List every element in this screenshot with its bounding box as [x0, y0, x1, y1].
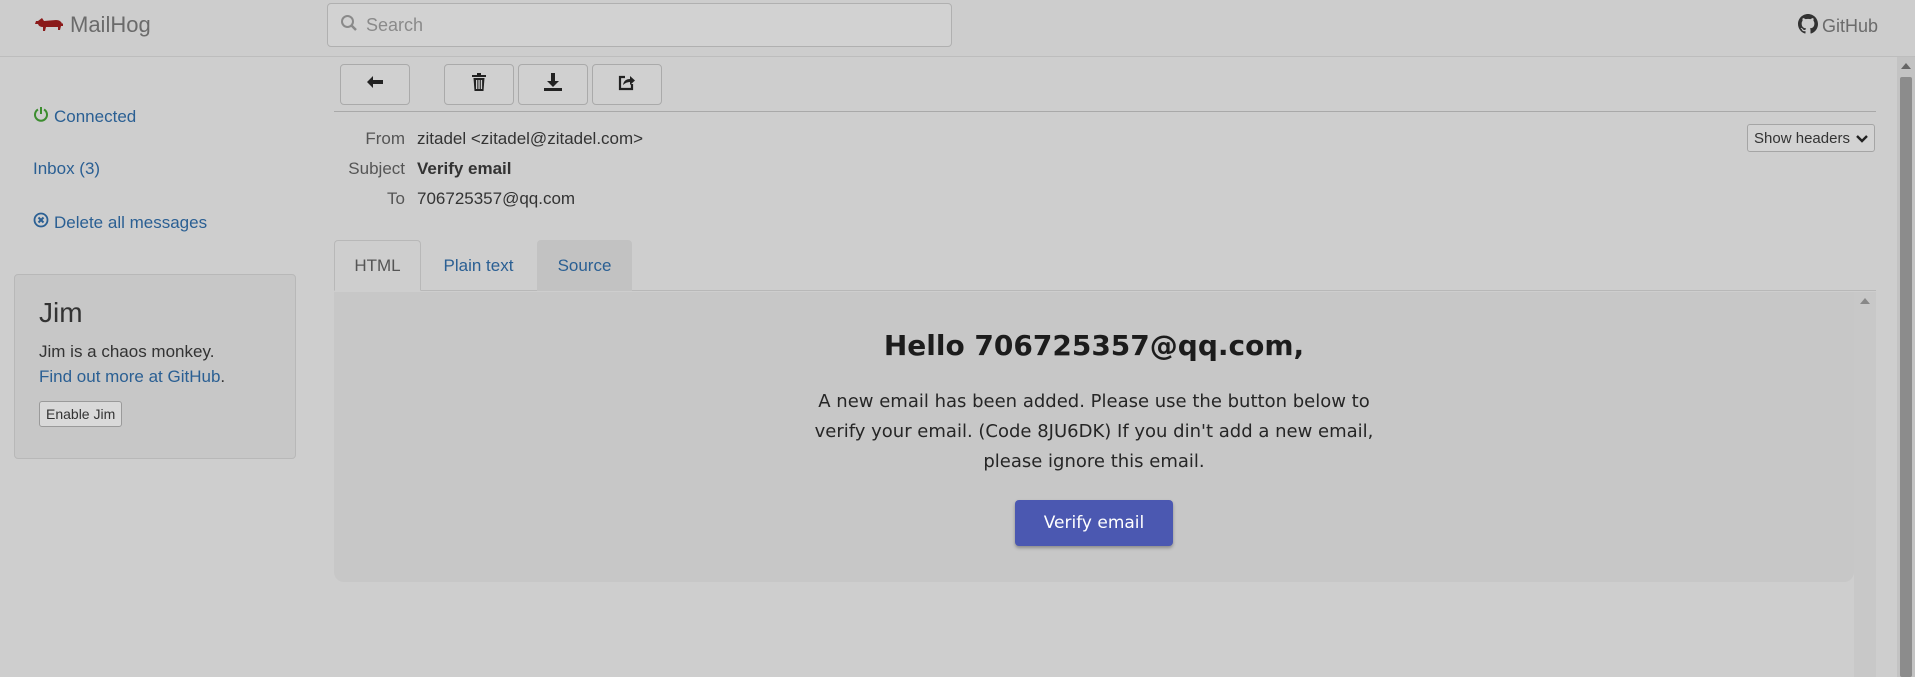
page-scrollbar-thumb[interactable] — [1900, 77, 1912, 677]
jim-panel: Jim Jim is a chaos monkey. Find out more… — [14, 274, 296, 459]
jim-title: Jim — [39, 297, 83, 328]
tab-plain-text[interactable]: Plain text — [426, 240, 531, 291]
chevron-down-icon — [1856, 130, 1868, 147]
brand-link[interactable]: MailHog — [34, 12, 151, 38]
tab-source[interactable]: Source — [537, 240, 632, 291]
enable-jim-button[interactable]: Enable Jim — [39, 401, 123, 427]
email-preview-frame: Hello 706725357@qq.com, A new email has … — [334, 292, 1854, 582]
top-navbar: MailHog GitHub — [0, 0, 1915, 57]
page-scrollbar[interactable] — [1897, 57, 1915, 677]
delete-all-label: Delete all messages — [54, 212, 208, 232]
remove-circle-icon — [33, 212, 49, 233]
jim-description: Jim is a chaos monkey. — [39, 342, 215, 361]
search-box[interactable] — [327, 3, 952, 47]
power-icon — [33, 106, 49, 127]
release-button[interactable] — [592, 64, 662, 105]
github-label: GitHub — [1822, 16, 1879, 36]
connected-status[interactable]: Connected — [33, 106, 136, 127]
preview-scrollbar[interactable] — [1854, 292, 1876, 677]
pig-logo-icon — [34, 15, 64, 35]
share-icon — [618, 73, 636, 96]
subject-value: Verify email — [417, 159, 512, 178]
github-icon — [1798, 14, 1818, 39]
to-value: 706725357@qq.com — [417, 189, 576, 208]
from-value: zitadel <zitadel@zitadel.com> — [417, 129, 644, 148]
inbox-label: Inbox (3) — [33, 159, 101, 178]
email-heading: Hello 706725357@qq.com, — [883, 329, 1305, 362]
email-body-text: A new email has been added. Please use t… — [814, 391, 1374, 472]
scroll-up-arrow-icon[interactable] — [1860, 298, 1870, 304]
toolbar-divider — [334, 111, 1876, 112]
delete-button[interactable] — [444, 64, 514, 105]
jim-link-suffix: . — [220, 367, 226, 386]
from-label: From — [365, 129, 405, 148]
show-headers-label: Show headers — [1754, 129, 1850, 147]
show-headers-button[interactable]: Show headers — [1747, 124, 1875, 152]
delete-all-messages-link[interactable]: Delete all messages — [33, 212, 207, 233]
search-input[interactable] — [366, 14, 926, 36]
subject-label: Subject — [348, 159, 405, 178]
download-icon — [544, 73, 562, 96]
arrow-left-icon — [366, 75, 384, 94]
jim-github-link[interactable]: Find out more at GitHub — [39, 367, 220, 386]
brand-name: MailHog — [70, 12, 151, 37]
page-scroll-up-arrow-icon[interactable] — [1901, 63, 1911, 69]
github-link[interactable]: GitHub — [1798, 14, 1878, 39]
tab-html[interactable]: HTML — [334, 240, 421, 291]
download-button[interactable] — [518, 64, 588, 105]
verify-email-button[interactable]: Verify email — [1015, 500, 1173, 546]
search-icon — [340, 14, 358, 37]
connected-label: Connected — [54, 106, 137, 126]
inbox-link[interactable]: Inbox (3) — [33, 159, 100, 179]
to-label: To — [387, 189, 405, 208]
back-button[interactable] — [340, 64, 410, 105]
trash-icon — [472, 73, 486, 96]
